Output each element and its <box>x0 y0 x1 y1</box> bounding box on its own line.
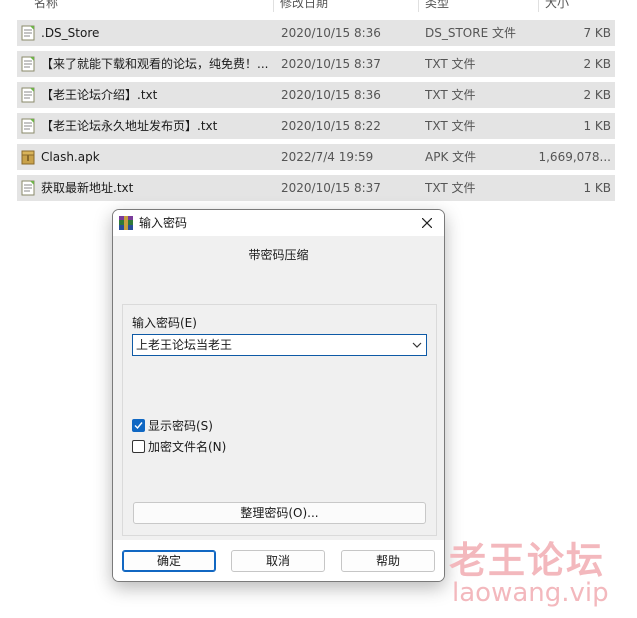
archive-file-icon <box>21 150 35 165</box>
column-separator <box>538 0 539 12</box>
file-size: 1 KB <box>583 119 611 133</box>
close-button[interactable] <box>410 210 444 236</box>
file-size: 2 KB <box>583 88 611 102</box>
file-type: TXT 文件 <box>425 181 476 195</box>
column-date-header[interactable]: 修改日期 <box>280 0 328 12</box>
ok-button[interactable]: 确定 <box>122 550 216 572</box>
encrypt-filenames-label: 加密文件名(N) <box>148 440 227 454</box>
text-file-icon <box>21 180 35 196</box>
file-date: 2020/10/15 8:22 <box>281 119 381 133</box>
file-name: 【来了就能下载和观看的论坛，纯免费！... <box>41 57 269 71</box>
file-size: 1 KB <box>583 181 611 195</box>
file-row[interactable]: 获取最新地址.txt 2020/10/15 8:37 TXT 文件 1 KB <box>17 175 615 201</box>
file-type: TXT 文件 <box>425 88 476 102</box>
show-password-label: 显示密码(S) <box>148 419 213 433</box>
file-date: 2020/10/15 8:36 <box>281 26 381 40</box>
check-icon <box>134 422 143 430</box>
file-date: 2020/10/15 8:37 <box>281 181 381 195</box>
text-file-icon <box>21 118 35 134</box>
text-file-icon <box>21 56 35 72</box>
column-size-header[interactable]: 大小 <box>545 0 569 12</box>
file-row[interactable]: 【老王论坛永久地址发布页】.txt 2020/10/15 8:22 TXT 文件… <box>17 113 615 139</box>
watermark-title: 老王论坛 <box>449 539 605 582</box>
file-name: .DS_Store <box>41 26 100 40</box>
column-header: 名称 修改日期 类型 大小 <box>0 0 637 12</box>
help-button[interactable]: 帮助 <box>341 550 435 572</box>
file-row[interactable]: .DS_Store 2020/10/15 8:36 DS_STORE 文件 7 … <box>17 20 615 46</box>
file-type: TXT 文件 <box>425 57 476 71</box>
checkbox-checked[interactable] <box>132 419 145 432</box>
file-size: 2 KB <box>583 57 611 71</box>
checkbox-unchecked[interactable] <box>132 440 145 453</box>
password-label: 输入密码(E) <box>132 316 197 330</box>
chevron-down-icon[interactable] <box>412 341 422 349</box>
dialog-body: 带密码压缩 输入密码(E) 上老王论坛当老王 显示密码(S) 加密文件名(N) <box>113 236 444 540</box>
file-date: 2020/10/15 8:36 <box>281 88 381 102</box>
dialog-title: 输入密码 <box>139 216 188 230</box>
column-type-header[interactable]: 类型 <box>425 0 449 12</box>
file-name: 【老王论坛永久地址发布页】.txt <box>41 119 218 133</box>
file-name: 获取最新地址.txt <box>41 181 134 195</box>
dialog-footer: 确定 取消 帮助 <box>113 540 444 581</box>
file-name: Clash.apk <box>41 150 100 164</box>
watermark-url: laowang.vip <box>452 578 609 608</box>
dialog-heading: 带密码压缩 <box>248 248 309 262</box>
file-date: 2022/7/4 19:59 <box>281 150 374 164</box>
column-name-header[interactable]: 名称 <box>34 0 58 12</box>
file-date: 2020/10/15 8:37 <box>281 57 381 71</box>
file-row[interactable]: 【老王论坛介绍】.txt 2020/10/15 8:36 TXT 文件 2 KB <box>17 82 615 108</box>
file-size: 7 KB <box>583 26 611 40</box>
winrar-icon <box>119 216 133 230</box>
password-combobox[interactable]: 上老王论坛当老王 <box>132 334 427 356</box>
file-size: 1,669,078... <box>538 150 611 164</box>
organize-passwords-button[interactable]: 整理密码(O)... <box>133 502 426 524</box>
password-dialog: 输入密码 带密码压缩 输入密码(E) 上老王论坛当老王 显示密码(S) 加密文件… <box>112 209 445 582</box>
close-icon <box>422 218 432 228</box>
dialog-titlebar[interactable]: 输入密码 <box>113 210 444 236</box>
file-type: DS_STORE 文件 <box>425 26 516 40</box>
file-row[interactable]: Clash.apk 2022/7/4 19:59 APK 文件 1,669,07… <box>17 144 615 170</box>
text-file-icon <box>21 25 35 41</box>
column-separator <box>418 0 419 12</box>
file-type: TXT 文件 <box>425 119 476 133</box>
password-value: 上老王论坛当老王 <box>136 338 233 352</box>
file-type: APK 文件 <box>425 150 477 164</box>
cancel-button[interactable]: 取消 <box>231 550 325 572</box>
column-separator <box>273 0 274 12</box>
password-group: 输入密码(E) 上老王论坛当老王 显示密码(S) 加密文件名(N) 整理密码(O… <box>122 304 437 536</box>
file-row[interactable]: 【来了就能下载和观看的论坛，纯免费！... 2020/10/15 8:37 TX… <box>17 51 615 77</box>
file-name: 【老王论坛介绍】.txt <box>41 88 158 102</box>
text-file-icon <box>21 87 35 103</box>
